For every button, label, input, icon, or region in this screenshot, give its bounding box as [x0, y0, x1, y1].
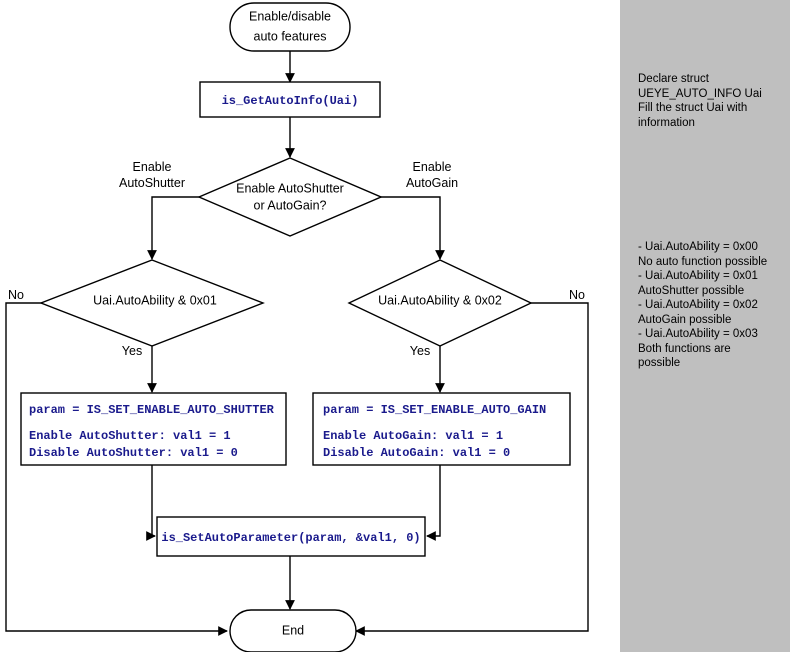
node-decision-main-line2: or AutoGain? — [254, 198, 327, 212]
node-decision-gain: Uai.AutoAbility & 0x02 — [347, 259, 533, 347]
node-decision-main-line1: Enable AutoShutter — [236, 181, 344, 195]
edge-gainbox-to-setautoparameter — [426, 465, 441, 541]
edge-label-branch-shutter: Enable AutoShutter — [119, 160, 185, 190]
edge-label-gain-no: No — [569, 288, 585, 302]
edge-gain-no-to-end — [355, 302, 589, 636]
node-box-shutter: param = IS_SET_ENABLE_AUTO_SHUTTER Enabl… — [20, 392, 287, 466]
node-set-auto-parameter: is_SetAutoParameter(param, &val1, 0) — [156, 516, 426, 557]
node-start-line2: auto features — [254, 29, 327, 43]
node-decision-shutter: Uai.AutoAbility & 0x01 — [39, 259, 265, 347]
node-start-line1: Enable/disable — [249, 9, 331, 23]
node-box-gain: param = IS_SET_ENABLE_AUTO_GAIN Enable A… — [312, 392, 571, 466]
node-decision-gain-label: Uai.AutoAbility & 0x02 — [378, 293, 502, 307]
node-get-auto-info: is_GetAutoInfo(Uai) — [199, 81, 381, 118]
node-box-shutter-line3: Disable AutoShutter: val1 = 0 — [29, 446, 238, 460]
node-set-auto-parameter-label: is_SetAutoParameter(param, &val1, 0) — [161, 531, 420, 545]
edge-label-branch-shutter-line2: AutoShutter — [119, 176, 185, 190]
node-box-shutter-line1: param = IS_SET_ENABLE_AUTO_SHUTTER — [29, 403, 275, 417]
annotation-panel: Declare struct UEYE_AUTO_INFO Uai Fill t… — [620, 0, 790, 652]
edge-label-branch-gain-line1: Enable — [413, 160, 452, 174]
edge-label-shutter-no: No — [8, 288, 24, 302]
edge-label-branch-gain: Enable AutoGain — [406, 160, 458, 190]
node-decision-shutter-label: Uai.AutoAbility & 0x01 — [93, 293, 217, 307]
node-box-gain-line2: Enable AutoGain: val1 = 1 — [323, 429, 503, 443]
annotation-auto-ability-values: - Uai.AutoAbility = 0x00 No auto functio… — [638, 241, 768, 369]
annotation-declare-struct: Declare struct UEYE_AUTO_INFO Uai Fill t… — [638, 73, 762, 129]
edge-decision-right-branch — [380, 196, 445, 260]
edge-decision-left-branch — [147, 196, 200, 260]
edge-shutter-no-to-end — [5, 302, 228, 636]
node-start: Enable/disable auto features — [229, 2, 351, 52]
node-box-shutter-line2: Enable AutoShutter: val1 = 1 — [29, 429, 231, 443]
edge-label-branch-gain-line2: AutoGain — [406, 176, 458, 190]
flowchart-page: Enable/disable auto features is_GetAutoI… — [0, 0, 790, 652]
node-end-label: End — [282, 623, 304, 637]
edge-shutterbox-to-setautoparameter — [146, 465, 156, 541]
node-end: End — [229, 609, 357, 652]
node-get-auto-info-label: is_GetAutoInfo(Uai) — [222, 94, 359, 108]
edge-label-shutter-yes: Yes — [122, 344, 142, 358]
node-decision-main: Enable AutoShutter or AutoGain? — [197, 157, 383, 237]
edge-label-branch-shutter-line1: Enable — [133, 160, 172, 174]
node-box-gain-line3: Disable AutoGain: val1 = 0 — [323, 446, 510, 460]
node-box-gain-line1: param = IS_SET_ENABLE_AUTO_GAIN — [323, 403, 546, 417]
edge-label-gain-yes: Yes — [410, 344, 430, 358]
